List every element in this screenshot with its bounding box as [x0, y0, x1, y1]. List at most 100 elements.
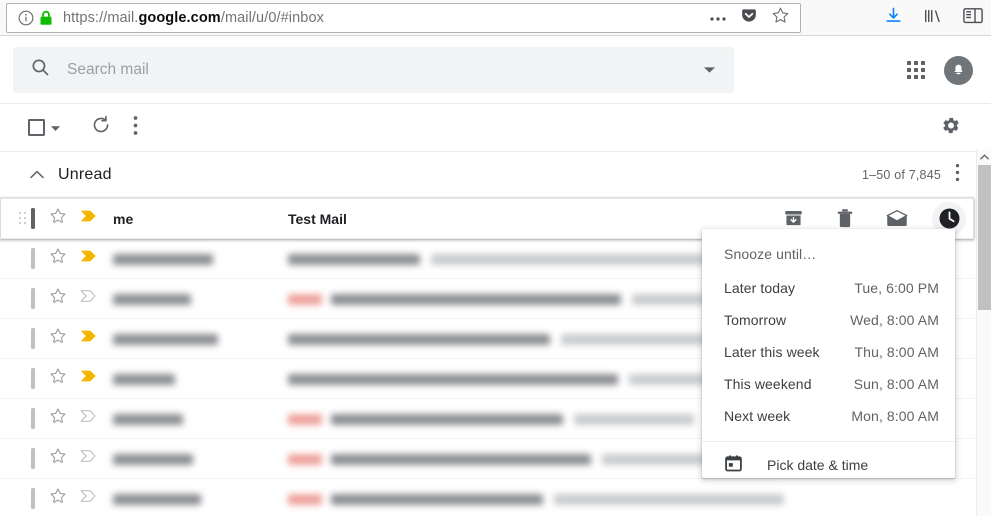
- row-checkbox[interactable]: [31, 407, 35, 429]
- checkbox-icon[interactable]: [31, 247, 35, 269]
- menu-item-later-this-week[interactable]: Later this week Thu, 8:00 AM: [702, 336, 955, 368]
- search-icon[interactable]: [30, 57, 51, 83]
- menu-item-label: Pick date & time: [767, 457, 869, 473]
- snooze-menu-title: Snooze until…: [724, 246, 817, 262]
- menu-item-label: Next week: [724, 408, 791, 424]
- bookmark-star-icon[interactable]: [771, 6, 790, 30]
- apps-grid-icon[interactable]: [907, 61, 925, 79]
- important-marker-icon[interactable]: [80, 209, 97, 228]
- library-icon[interactable]: [923, 7, 943, 30]
- menu-item-label: This weekend: [724, 376, 812, 392]
- address-bar[interactable]: https://mail.google.com/mail/u/0/#inbox: [6, 3, 801, 33]
- menu-item-label: Tomorrow: [724, 312, 787, 328]
- lock-icon[interactable]: [39, 10, 53, 26]
- star-icon[interactable]: [49, 327, 67, 350]
- row-subject: [288, 491, 784, 507]
- page-title: Unread: [58, 165, 112, 183]
- menu-item-value: Sun, 8:00 AM: [853, 376, 939, 392]
- mail-toolbar: [0, 104, 991, 152]
- star-icon[interactable]: [49, 247, 67, 270]
- more-vertical-icon[interactable]: [955, 163, 960, 187]
- snooze-menu: Snooze until… Later today Tue, 6:00 PM Tom…: [702, 229, 955, 478]
- gear-icon[interactable]: [941, 115, 961, 140]
- row-checkbox[interactable]: [31, 447, 35, 469]
- menu-item-this-weekend[interactable]: This weekend Sun, 8:00 AM: [702, 368, 955, 400]
- important-marker-icon[interactable]: [80, 329, 97, 348]
- row-sender: [113, 411, 288, 427]
- scroll-up-arrow-icon[interactable]: [977, 149, 991, 165]
- browser-chrome-actions: [884, 3, 987, 33]
- menu-item-later-today[interactable]: Later today Tue, 6:00 PM: [702, 272, 955, 304]
- star-icon[interactable]: [49, 487, 67, 510]
- scrollbar-thumb[interactable]: [978, 165, 991, 310]
- gmail-browser-window: https://mail.google.com/mail/u/0/#inbox: [0, 0, 991, 516]
- checkbox-icon[interactable]: [28, 119, 45, 136]
- refresh-icon[interactable]: [91, 115, 111, 140]
- important-marker-icon[interactable]: [80, 449, 97, 468]
- ellipsis-icon[interactable]: [709, 9, 727, 27]
- important-marker-icon[interactable]: [80, 409, 97, 428]
- row-checkbox[interactable]: [31, 367, 35, 389]
- menu-item-tomorrow[interactable]: Tomorrow Wed, 8:00 AM: [702, 304, 955, 336]
- checkbox-icon[interactable]: [31, 207, 35, 229]
- menu-item-value: Thu, 8:00 AM: [854, 344, 939, 360]
- star-icon[interactable]: [49, 367, 67, 390]
- checkbox-icon[interactable]: [31, 367, 35, 389]
- gmail-header: Search mail: [0, 36, 991, 104]
- important-marker-icon[interactable]: [80, 489, 97, 508]
- row-sender: me: [113, 210, 134, 227]
- checkbox-icon[interactable]: [31, 487, 35, 509]
- search-box[interactable]: Search mail: [13, 47, 734, 93]
- row-sender: [113, 371, 288, 387]
- row-subject: [288, 411, 694, 427]
- avatar[interactable]: [944, 55, 973, 85]
- chevron-down-icon[interactable]: [703, 61, 716, 79]
- sidebar-icon[interactable]: [963, 7, 983, 29]
- menu-item-next-week[interactable]: Next week Mon, 8:00 AM: [702, 400, 955, 432]
- important-marker-icon[interactable]: [80, 369, 97, 388]
- star-icon[interactable]: [49, 407, 67, 430]
- menu-item-label: Later this week: [724, 344, 820, 360]
- section-header-unread: Unread 1–50 of 7,845: [0, 152, 974, 198]
- select-all-checkbox[interactable]: [28, 119, 61, 137]
- header-actions: [907, 36, 973, 104]
- checkbox-icon[interactable]: [31, 327, 35, 349]
- row-checkbox[interactable]: [31, 247, 35, 269]
- scrollbar[interactable]: [976, 149, 991, 516]
- menu-item-pick-date-time[interactable]: Pick date & time: [702, 442, 955, 488]
- checkbox-icon[interactable]: [31, 447, 35, 469]
- chevron-down-icon[interactable]: [50, 119, 61, 137]
- row-sender: [113, 331, 288, 347]
- row-subject: [288, 331, 711, 347]
- more-vertical-icon[interactable]: [133, 115, 138, 141]
- menu-item-value: Mon, 8:00 AM: [851, 408, 939, 424]
- star-icon[interactable]: [49, 207, 67, 230]
- menu-item-label: Later today: [724, 280, 796, 296]
- menu-item-value: Wed, 8:00 AM: [850, 312, 939, 328]
- important-marker-icon[interactable]: [80, 289, 97, 308]
- row-subject: [288, 371, 739, 387]
- url-text: https://mail.google.com/mail/u/0/#inbox: [63, 10, 324, 26]
- row-checkbox[interactable]: [31, 287, 35, 309]
- row-sender: [113, 251, 288, 267]
- row-subject: [288, 251, 731, 267]
- drag-handle-icon[interactable]: [19, 211, 27, 226]
- star-icon[interactable]: [49, 447, 67, 470]
- row-sender: [113, 291, 288, 307]
- browser-toolbar: https://mail.google.com/mail/u/0/#inbox: [0, 0, 991, 36]
- checkbox-icon[interactable]: [31, 407, 35, 429]
- pagination-count: 1–50 of 7,845: [861, 167, 941, 182]
- search-input[interactable]: Search mail: [67, 61, 703, 79]
- important-marker-icon[interactable]: [80, 249, 97, 268]
- chevron-up-icon[interactable]: [30, 166, 44, 184]
- star-icon[interactable]: [49, 287, 67, 310]
- row-subject: Test Mail: [288, 210, 347, 227]
- row-checkbox[interactable]: [31, 327, 35, 349]
- pocket-icon[interactable]: [740, 7, 758, 30]
- row-checkbox[interactable]: [31, 487, 35, 509]
- download-arrow-icon[interactable]: [884, 6, 903, 30]
- checkbox-icon[interactable]: [31, 287, 35, 309]
- menu-item-value: Tue, 6:00 PM: [854, 280, 939, 296]
- info-icon[interactable]: [17, 9, 35, 27]
- row-checkbox[interactable]: [31, 207, 35, 229]
